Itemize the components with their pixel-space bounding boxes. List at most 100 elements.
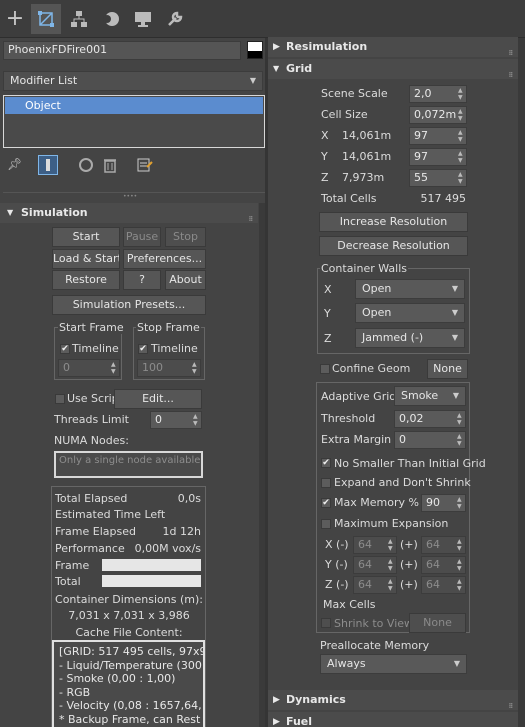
wall-z-label: Z bbox=[324, 332, 332, 345]
y-cells-field[interactable]: 97 ▲ ▼ bbox=[409, 148, 467, 166]
stop-timeline-label: Timeline bbox=[151, 342, 198, 355]
expand-arrow-icon: ▶ bbox=[273, 695, 280, 705]
show-end-result-icon[interactable] bbox=[38, 155, 58, 175]
utilities-tab-icon[interactable] bbox=[160, 4, 190, 34]
edit-script-button[interactable]: Edit... bbox=[114, 389, 202, 409]
spinner-icon: ▲ ▼ bbox=[388, 538, 393, 552]
pin-stack-icon[interactable]: 📌︎ bbox=[7, 157, 23, 173]
start-frame-field[interactable]: 0 ▲ ▼ bbox=[58, 359, 120, 377]
help-button[interactable]: ? bbox=[123, 270, 161, 290]
right-scrollbar[interactable] bbox=[518, 38, 525, 727]
exp-y-plus-field[interactable]: 64 ▲ ▼ bbox=[421, 556, 466, 574]
max-cells-label: Max Cells bbox=[323, 598, 376, 611]
exp-x-minus-field[interactable]: 64 ▲ ▼ bbox=[353, 536, 397, 554]
configure-modifier-sets-icon[interactable] bbox=[137, 157, 153, 173]
display-tab-icon[interactable] bbox=[128, 4, 158, 34]
start-button[interactable]: Start bbox=[52, 227, 120, 247]
exp-y-minus-field[interactable]: 64 ▲ ▼ bbox=[353, 556, 397, 574]
panel-splitter[interactable]: •••• bbox=[3, 192, 265, 200]
stop-timeline-checkbox[interactable]: ✔ bbox=[138, 344, 148, 354]
spinner-icon: ▲ ▼ bbox=[192, 361, 197, 375]
stop-frame-label: Stop Frame bbox=[136, 321, 201, 334]
stack-item-object[interactable]: Object bbox=[5, 97, 263, 114]
spinner-icon: ▲ ▼ bbox=[111, 361, 116, 375]
spinner-icon: ▲ ▼ bbox=[388, 558, 393, 572]
total-elapsed-value: 0,0s bbox=[177, 492, 201, 505]
shrink-to-view-checkbox[interactable] bbox=[321, 618, 331, 628]
about-button[interactable]: About bbox=[165, 270, 206, 290]
motion-tab-icon[interactable] bbox=[96, 4, 126, 34]
z-label: Z bbox=[321, 171, 329, 184]
hierarchy-tab-icon[interactable] bbox=[64, 4, 94, 34]
z-cells-field[interactable]: 55 ▲ ▼ bbox=[409, 169, 467, 187]
modify-tab-icon[interactable] bbox=[31, 4, 61, 34]
restore-button[interactable]: Restore bbox=[52, 270, 120, 290]
grid-rollout-header[interactable]: ▼ Grid ⁞⁞ bbox=[268, 59, 518, 79]
extra-margin-field[interactable]: 0 ▲ ▼ bbox=[394, 431, 466, 449]
wall-x-dropdown[interactable]: Open ▼ bbox=[355, 279, 465, 299]
x-cells-field[interactable]: 97 ▲ ▼ bbox=[409, 127, 467, 145]
threads-limit-field[interactable]: 0 ▲ ▼ bbox=[150, 411, 202, 429]
expand-dont-shrink-label: Expand and Don't Shrink bbox=[334, 476, 471, 489]
cache-line: * Backup Frame, can Rest bbox=[59, 712, 201, 726]
container-walls-title: Container Walls bbox=[320, 262, 409, 275]
cell-size-label: Cell Size bbox=[321, 108, 368, 121]
cache-line: - Velocity (0,08 : 1657,64, bbox=[59, 699, 202, 712]
make-unique-icon[interactable] bbox=[79, 158, 93, 172]
cache-line: - RGB bbox=[59, 685, 91, 699]
total-progress-bar bbox=[102, 575, 201, 587]
no-smaller-checkbox[interactable]: ✔ bbox=[321, 458, 331, 468]
wall-z-dropdown[interactable]: Jammed (-) ▼ bbox=[355, 328, 465, 348]
y-label: Y bbox=[321, 150, 328, 163]
exp-x-plus-label: (+) bbox=[400, 538, 418, 551]
cache-line: [GRID: 517 495 cells, 97x9 bbox=[59, 645, 205, 658]
pause-button[interactable]: Pause bbox=[123, 227, 161, 247]
object-name-field[interactable]: PhoenixFDFire001 bbox=[3, 41, 241, 60]
simulation-presets-button[interactable]: Simulation Presets... bbox=[52, 295, 206, 315]
modifier-list-dropdown[interactable]: Modifier List ▼ bbox=[3, 71, 263, 91]
load-start-button[interactable]: Load & Start bbox=[52, 249, 120, 269]
spinner-icon: ▲ ▼ bbox=[457, 538, 462, 552]
exp-z-plus-label: (+) bbox=[400, 578, 418, 591]
start-timeline-checkbox[interactable]: ✔ bbox=[60, 344, 70, 354]
confine-geom-none-button[interactable]: None bbox=[427, 359, 468, 379]
scene-scale-field[interactable]: 2,0 ▲ ▼ bbox=[409, 85, 467, 103]
cache-content-list[interactable]: [GRID: 517 495 cells, 97x9 - Liquid/Temp… bbox=[52, 640, 205, 727]
remove-modifier-icon[interactable] bbox=[103, 157, 117, 173]
cell-size-field[interactable]: 0,072m ▲ ▼ bbox=[409, 106, 467, 124]
simulation-rollout-header[interactable]: ▼ Simulation ⁞⁞ bbox=[0, 203, 258, 223]
cache-line: - Liquid/Temperature (300 bbox=[59, 658, 202, 672]
preferences-button[interactable]: Preferences... bbox=[123, 249, 206, 269]
decrease-resolution-button[interactable]: Decrease Resolution bbox=[319, 236, 468, 256]
wall-y-dropdown[interactable]: Open ▼ bbox=[355, 303, 465, 323]
expand-arrow-icon: ▶ bbox=[273, 42, 280, 52]
create-tab-icon[interactable]: + bbox=[0, 4, 30, 34]
shrink-to-view-none-button[interactable]: None bbox=[409, 613, 466, 633]
threshold-label: Threshold bbox=[321, 412, 376, 425]
numa-nodes-field[interactable]: Only a single node available. bbox=[54, 451, 203, 478]
spinner-icon: ▲ ▼ bbox=[457, 558, 462, 572]
max-expansion-checkbox[interactable] bbox=[321, 519, 331, 529]
dynamics-rollout-header[interactable]: ▶ Dynamics ⁞⁞ bbox=[268, 690, 518, 710]
max-memory-checkbox[interactable]: ✔ bbox=[321, 498, 331, 508]
adaptive-grid-dropdown[interactable]: Smoke ▼ bbox=[394, 386, 466, 406]
total-cells-label: Total Cells bbox=[321, 192, 377, 205]
exp-z-plus-field[interactable]: 64 ▲ ▼ bbox=[421, 576, 466, 594]
max-memory-field[interactable]: 90 ▲ ▼ bbox=[421, 494, 466, 512]
resimulation-rollout-header[interactable]: ▶ Resimulation ⁞⁞ bbox=[268, 37, 518, 57]
threshold-field[interactable]: 0,02 ▲ ▼ bbox=[394, 410, 466, 428]
exp-x-plus-field[interactable]: 64 ▲ ▼ bbox=[421, 536, 466, 554]
use-script-checkbox[interactable] bbox=[55, 394, 65, 404]
stop-button[interactable]: Stop bbox=[165, 227, 206, 247]
preallocate-memory-dropdown[interactable]: Always ▼ bbox=[320, 654, 467, 674]
spinner-icon: ▲ ▼ bbox=[457, 412, 462, 426]
increase-resolution-button[interactable]: Increase Resolution bbox=[319, 212, 468, 232]
frame-progress-bar bbox=[102, 559, 201, 571]
expand-dont-shrink-checkbox[interactable] bbox=[321, 478, 331, 488]
spinner-icon: ▲ ▼ bbox=[458, 150, 463, 164]
fuel-rollout-header[interactable]: ▶ Fuel bbox=[268, 712, 518, 727]
exp-z-minus-field[interactable]: 64 ▲ ▼ bbox=[353, 576, 397, 594]
stop-frame-field[interactable]: 100 ▲ ▼ bbox=[137, 359, 201, 377]
object-color-swatch[interactable] bbox=[247, 41, 263, 59]
confine-geom-checkbox[interactable] bbox=[320, 364, 330, 374]
